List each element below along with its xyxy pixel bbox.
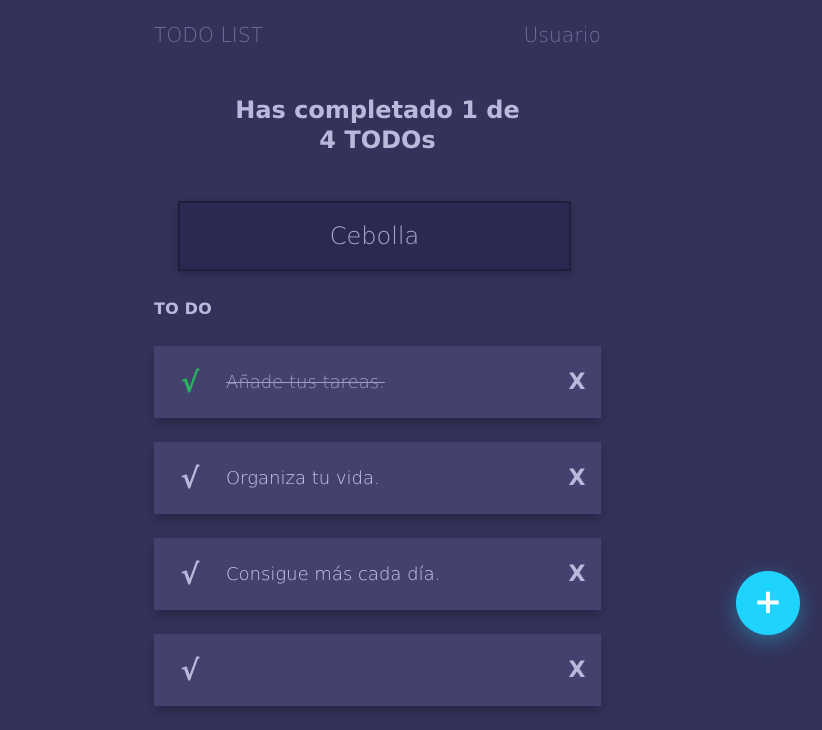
delete-icon[interactable]: X [553, 370, 601, 395]
search-input[interactable] [180, 222, 569, 250]
todo-item: √ Consigue más cada día. X [154, 538, 601, 610]
todo-item: √ Añade tus tareas. X [154, 346, 601, 418]
plus-icon: + [753, 582, 783, 622]
check-icon[interactable]: √ [154, 366, 226, 399]
summary-title: Has completado 1 de 4 TODOs [235, 96, 520, 154]
todo-list: √ Añade tus tareas. X √ Organiza tu vida… [154, 346, 601, 730]
todo-text: Consigue más cada día. [226, 563, 441, 585]
delete-icon[interactable]: X [553, 562, 601, 587]
delete-icon[interactable]: X [553, 466, 601, 491]
delete-icon[interactable]: X [553, 658, 601, 683]
brand-title: TODO LIST [154, 23, 264, 47]
search-box[interactable] [178, 201, 571, 271]
add-todo-button[interactable]: + [736, 571, 800, 635]
check-icon[interactable]: √ [154, 558, 226, 591]
check-icon[interactable]: √ [154, 654, 226, 687]
top-bar: TODO LIST Usuario [154, 20, 601, 50]
todo-text: Añade tus tareas. [226, 371, 385, 393]
todo-item: √ Organiza tu vida. X [154, 442, 601, 514]
check-icon[interactable]: √ [154, 462, 226, 495]
todo-text: Organiza tu vida. [226, 467, 380, 489]
summary: Has completado 1 de 4 TODOs [154, 95, 601, 155]
section-title: TO DO [154, 299, 212, 318]
user-link[interactable]: Usuario [524, 23, 601, 47]
todo-item: √ X [154, 634, 601, 706]
